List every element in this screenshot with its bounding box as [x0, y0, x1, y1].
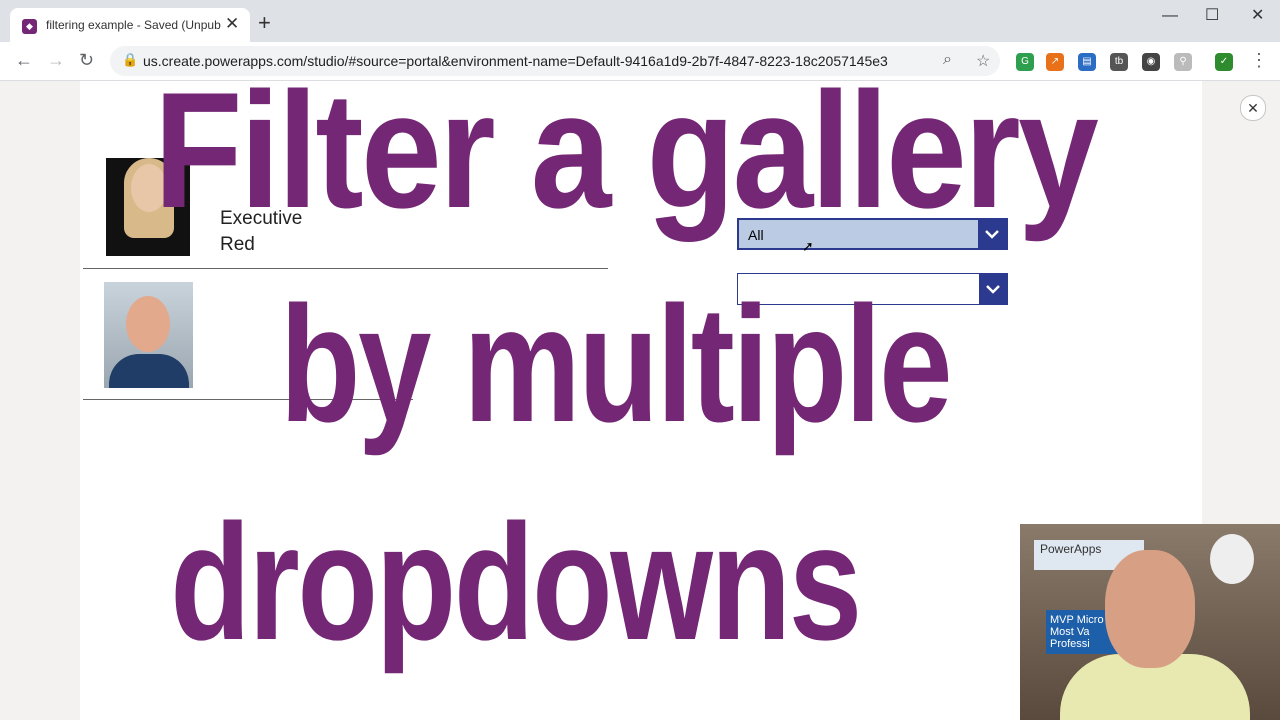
maximize-icon[interactable]: ☐	[1205, 6, 1219, 26]
close-preview-icon[interactable]: ✕	[1240, 95, 1266, 121]
presenter-head	[1105, 550, 1195, 668]
gallery-separator	[83, 268, 608, 269]
back-icon[interactable]: ←	[15, 50, 33, 70]
forward-icon[interactable]: →	[47, 50, 65, 70]
reload-icon[interactable]: ↻	[79, 50, 94, 70]
browser-menu-icon[interactable]: ⋮	[1250, 50, 1268, 71]
new-tab-icon[interactable]: +	[258, 12, 271, 34]
extension-check-icon[interactable]: ✓	[1215, 53, 1233, 71]
tab-title: filtering example - Saved (Unpublished)	[46, 18, 221, 32]
close-tab-icon[interactable]: ✕	[225, 14, 239, 34]
overlay-title-line-2: by multiple	[279, 272, 953, 456]
browser-tab[interactable]: ◆ filtering example - Saved (Unpublished…	[10, 8, 250, 42]
powerapps-icon: ◆	[22, 19, 37, 34]
minimize-icon[interactable]: —	[1162, 6, 1178, 26]
webcam-feed: PowerApps MVP Micro Most Va Professi	[1020, 524, 1280, 720]
plush-dog	[1210, 534, 1254, 584]
close-window-icon[interactable]: ✕	[1251, 6, 1264, 26]
overlay-title-line-3: dropdowns	[170, 490, 862, 674]
overlay-title-line-1: Filter a gallery	[153, 58, 1099, 242]
browser-tabstrip: ◆ filtering example - Saved (Unpublished…	[0, 0, 1280, 42]
lock-icon: 🔒	[122, 52, 139, 67]
